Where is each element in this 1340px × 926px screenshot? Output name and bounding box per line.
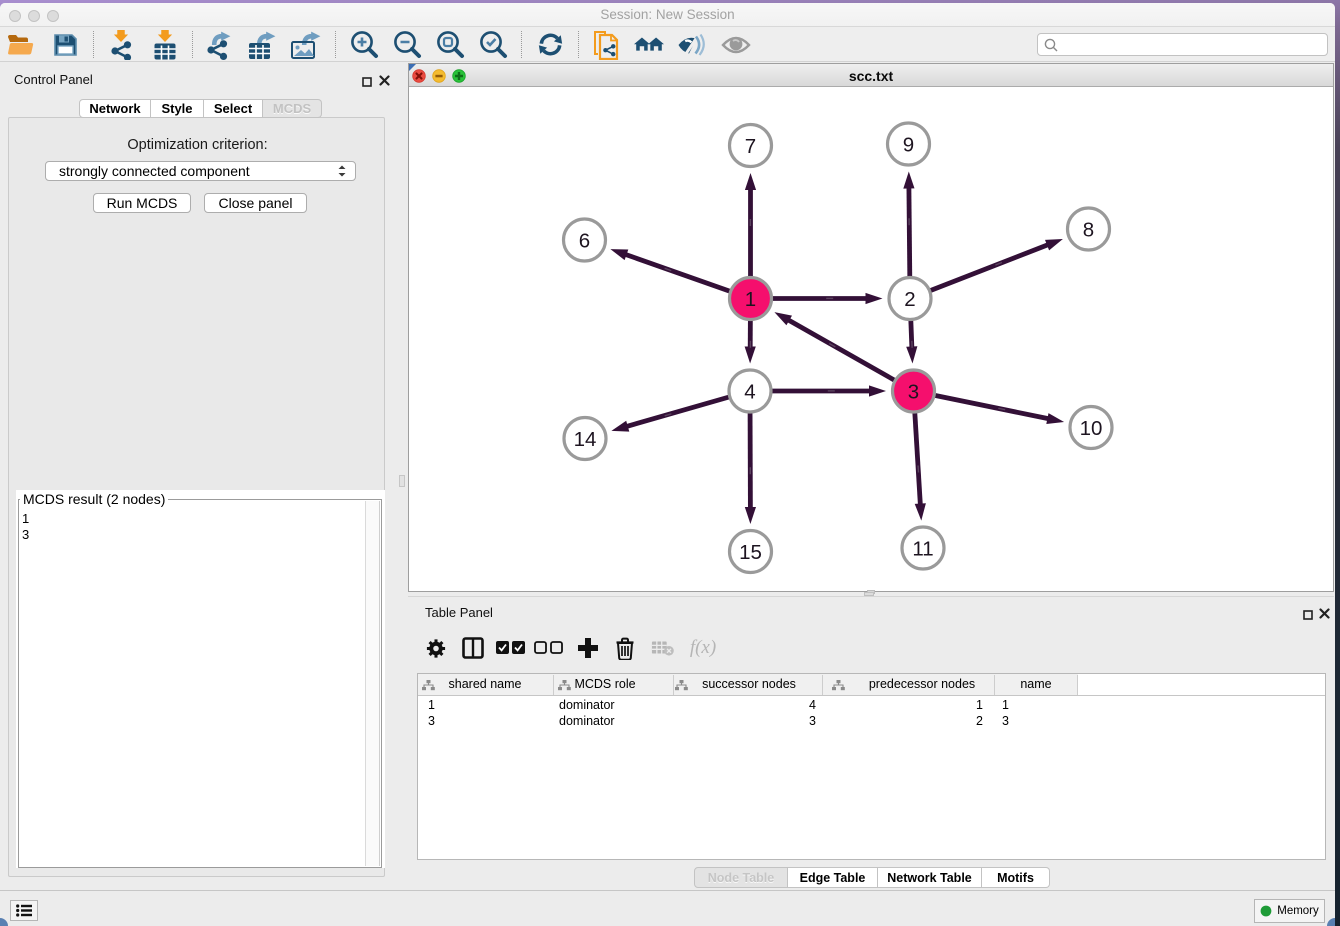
svg-text:2: 2 [904, 288, 915, 311]
svg-text:4: 4 [744, 381, 755, 404]
svg-text:9: 9 [903, 134, 914, 157]
svg-text:8: 8 [1083, 219, 1094, 242]
svg-text:10: 10 [1080, 417, 1103, 440]
svg-text:6: 6 [579, 230, 590, 253]
svg-text:11: 11 [912, 538, 933, 561]
svg-text:14: 14 [574, 428, 597, 451]
svg-text:1: 1 [745, 288, 756, 311]
svg-text:7: 7 [745, 135, 756, 158]
svg-text:15: 15 [739, 541, 762, 564]
svg-text:3: 3 [908, 381, 919, 404]
